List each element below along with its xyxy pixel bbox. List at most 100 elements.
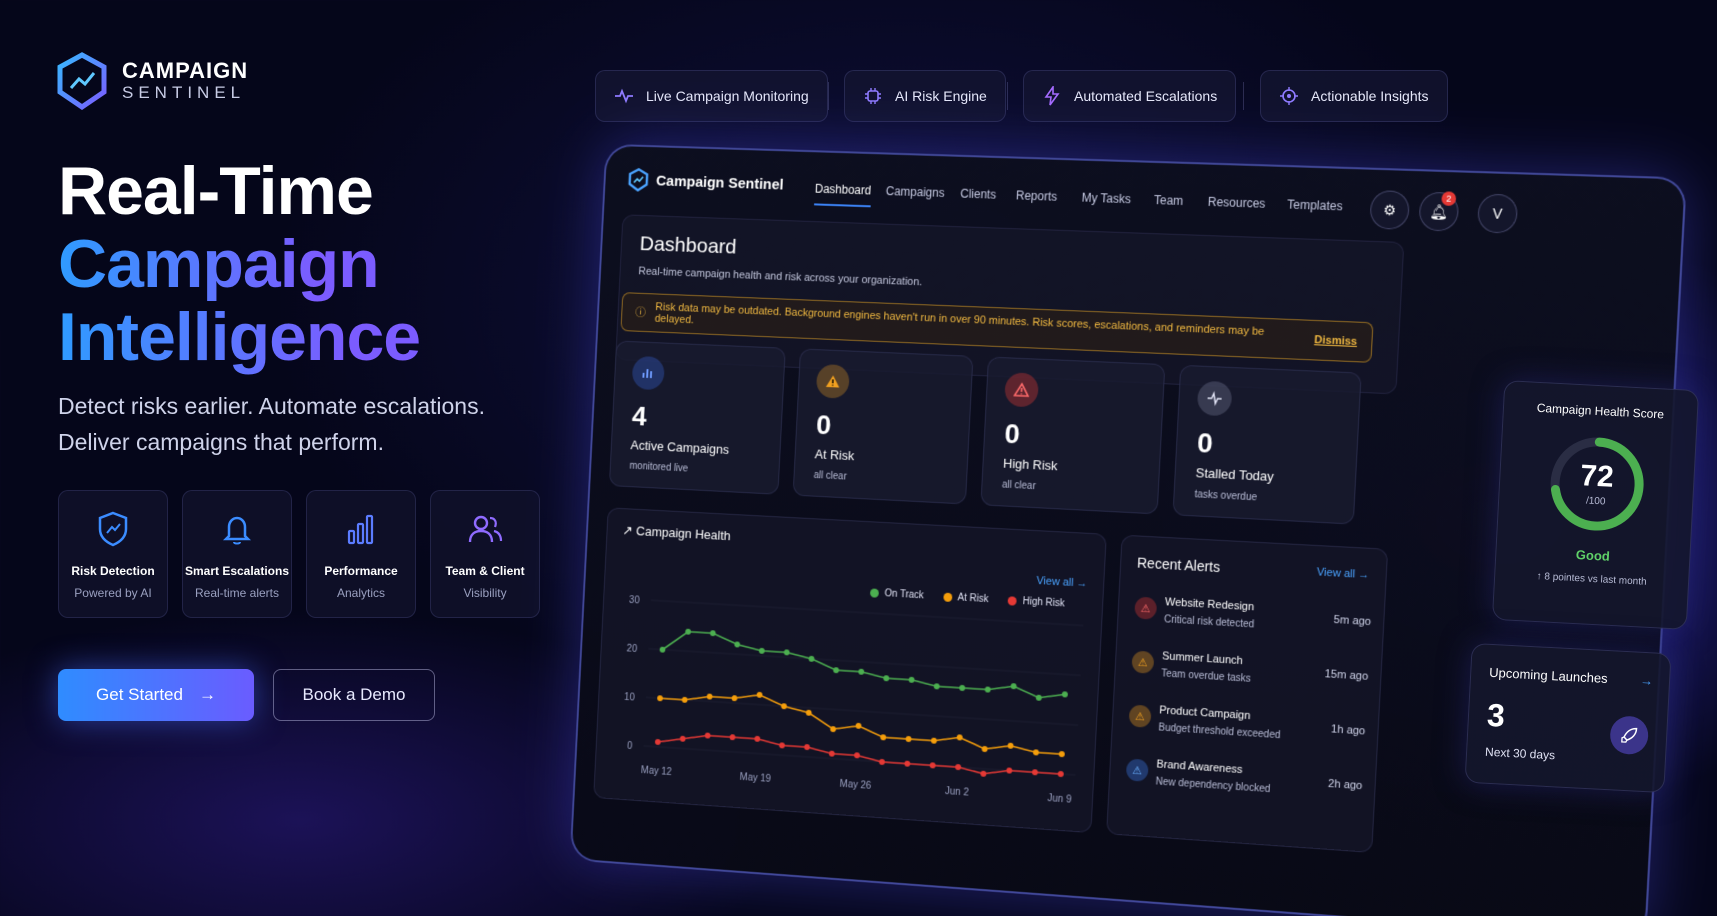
kpi-at-risk[interactable]: 0 At Risk all clear bbox=[792, 348, 974, 505]
health-score-delta: ↑ 8 pointes vs last month bbox=[1536, 571, 1647, 588]
app-brand-name: Campaign Sentinel bbox=[655, 172, 785, 193]
y-tick-label: 0 bbox=[627, 741, 633, 752]
warning-icon: ⓘ bbox=[635, 307, 646, 320]
data-point bbox=[853, 752, 861, 759]
pulse-icon bbox=[1196, 380, 1233, 417]
bolt-icon bbox=[1044, 86, 1060, 106]
nav-my-tasks[interactable]: My Tasks bbox=[1081, 191, 1131, 207]
feature-pill-escalations[interactable]: Automated Escalations bbox=[1023, 70, 1237, 122]
nav-team[interactable]: Team bbox=[1154, 193, 1184, 208]
shield-logo-icon bbox=[627, 168, 649, 192]
get-started-button[interactable]: Get Started → bbox=[58, 669, 254, 721]
shield-icon bbox=[98, 511, 128, 547]
view-all-chart-link[interactable]: View all → bbox=[1036, 575, 1088, 590]
data-point bbox=[930, 737, 938, 744]
hero-title-line3: Intelligence bbox=[58, 299, 421, 375]
health-score-card[interactable]: Campaign Health Score 72 /100 Good ↑ 8 p… bbox=[1491, 380, 1700, 630]
data-point bbox=[908, 676, 915, 683]
legend-dot-on-track bbox=[869, 588, 880, 598]
alert-item[interactable]: ⚠ Summer Launch Team overdue tasks 15m a… bbox=[1130, 649, 1369, 714]
kpi-stalled-today[interactable]: 0 Stalled Today tasks overdue bbox=[1172, 364, 1362, 525]
view-all-label: View all bbox=[1316, 566, 1356, 581]
hero-subtitle-line1: Detect risks earlier. Automate escalatio… bbox=[58, 393, 485, 419]
data-point bbox=[981, 745, 988, 753]
nav-clients[interactable]: Clients bbox=[960, 187, 996, 202]
alert-sub: Critical risk detected bbox=[1163, 614, 1255, 631]
target-icon bbox=[1280, 87, 1298, 105]
nav-templates[interactable]: Templates bbox=[1287, 197, 1343, 213]
kpi-active-campaigns[interactable]: 4 Active Campaigns monitored live bbox=[608, 340, 786, 495]
nav-campaigns[interactable]: Campaigns bbox=[886, 184, 945, 200]
data-point bbox=[681, 696, 688, 703]
info-icon: ⚠ bbox=[1125, 758, 1149, 782]
y-tick-label: 20 bbox=[626, 643, 637, 655]
rocket-icon bbox=[1609, 715, 1650, 756]
chip-icon bbox=[865, 88, 881, 104]
kpi-value: 0 bbox=[1003, 417, 1021, 450]
feature-pill-monitoring[interactable]: Live Campaign Monitoring bbox=[595, 70, 828, 122]
data-point bbox=[980, 770, 987, 777]
feature-card-team-client[interactable]: Team & Client Visibility bbox=[430, 490, 540, 618]
bell-icon bbox=[222, 516, 252, 545]
chart-title: Campaign Health bbox=[635, 523, 731, 544]
settings-button[interactable]: ⚙ bbox=[1369, 190, 1411, 230]
feature-card-title: Performance bbox=[324, 564, 398, 578]
series-line bbox=[661, 630, 1067, 699]
kpi-label: At Risk bbox=[814, 446, 855, 464]
nav-resources[interactable]: Resources bbox=[1207, 195, 1265, 211]
alert-sub: Budget threshold exceeded bbox=[1158, 722, 1281, 742]
brand-name-line1: CAMPAIGN bbox=[122, 58, 249, 83]
alert-time: 2h ago bbox=[1327, 777, 1363, 793]
campaign-health-chart: 0 10 20 30 May 12 May 19 May 26 Jun 2 Jun 9 bbox=[624, 595, 1094, 806]
data-point bbox=[1061, 691, 1068, 698]
dismiss-button[interactable]: Dismiss bbox=[1314, 334, 1357, 348]
nav-reports[interactable]: Reports bbox=[1016, 188, 1058, 203]
data-point bbox=[803, 743, 811, 751]
alert-item[interactable]: ⚠ Website Redesign Critical risk detecte… bbox=[1133, 595, 1372, 659]
avatar[interactable]: V bbox=[1476, 193, 1519, 234]
gridline bbox=[648, 649, 1080, 676]
nav-dashboard[interactable]: Dashboard bbox=[815, 182, 872, 198]
data-point bbox=[1010, 683, 1017, 690]
arrow-right-icon[interactable]: → bbox=[1640, 673, 1654, 689]
alert-time: 15m ago bbox=[1324, 668, 1369, 683]
y-tick-label: 10 bbox=[624, 692, 635, 704]
legend-at-risk: At Risk bbox=[957, 592, 989, 606]
data-point bbox=[657, 695, 663, 702]
gear-icon: ⚙ bbox=[1382, 201, 1397, 218]
data-point bbox=[883, 675, 890, 682]
data-point bbox=[778, 742, 786, 749]
view-all-alerts-link[interactable]: View all → bbox=[1316, 566, 1369, 581]
gridline bbox=[646, 697, 1078, 725]
feature-card-risk-detection[interactable]: Risk Detection Powered by AI bbox=[58, 490, 168, 618]
kpi-high-risk[interactable]: 0 High Risk all clear bbox=[980, 356, 1166, 515]
feature-card-sub: Real-time alerts bbox=[194, 586, 280, 600]
upcoming-launches-card[interactable]: Upcoming Launches → 3 Next 30 days bbox=[1464, 642, 1672, 794]
kpi-value: 0 bbox=[1196, 426, 1214, 459]
kpi-label: Active Campaigns bbox=[630, 437, 730, 457]
feature-pill-ai-risk[interactable]: AI Risk Engine bbox=[844, 70, 1006, 122]
feature-card-smart-escalations[interactable]: Smart Escalations Real-time alerts bbox=[182, 490, 292, 618]
data-point bbox=[783, 649, 790, 656]
feature-pill-insights[interactable]: Actionable Insights bbox=[1260, 70, 1448, 122]
notifications-button[interactable]: 🔔︎ 2 bbox=[1418, 191, 1460, 232]
feature-card-performance[interactable]: Performance Analytics bbox=[306, 490, 416, 618]
x-tick-label: May 12 bbox=[641, 765, 672, 778]
data-point bbox=[734, 641, 741, 648]
data-point bbox=[984, 686, 991, 693]
data-point bbox=[754, 735, 761, 742]
app-brand[interactable]: Campaign Sentinel bbox=[627, 168, 784, 197]
alert-item[interactable]: ⚠ Brand Awareness New dependency blocked… bbox=[1124, 756, 1363, 822]
launches-sub: Next 30 days bbox=[1484, 744, 1556, 763]
legend-dot-high-risk bbox=[1007, 596, 1018, 606]
data-point bbox=[729, 734, 736, 741]
data-point bbox=[1031, 769, 1039, 776]
feature-pill-label: Automated Escalations bbox=[1074, 88, 1218, 104]
data-point bbox=[679, 735, 686, 742]
feature-card-title: Team & Client bbox=[445, 564, 525, 578]
kpi-label: High Risk bbox=[1002, 455, 1058, 474]
book-demo-button[interactable]: Book a Demo bbox=[273, 669, 435, 721]
data-point bbox=[878, 758, 886, 766]
data-point bbox=[929, 762, 936, 769]
brand-logo[interactable]: CAMPAIGN SENTINEL bbox=[56, 52, 248, 110]
